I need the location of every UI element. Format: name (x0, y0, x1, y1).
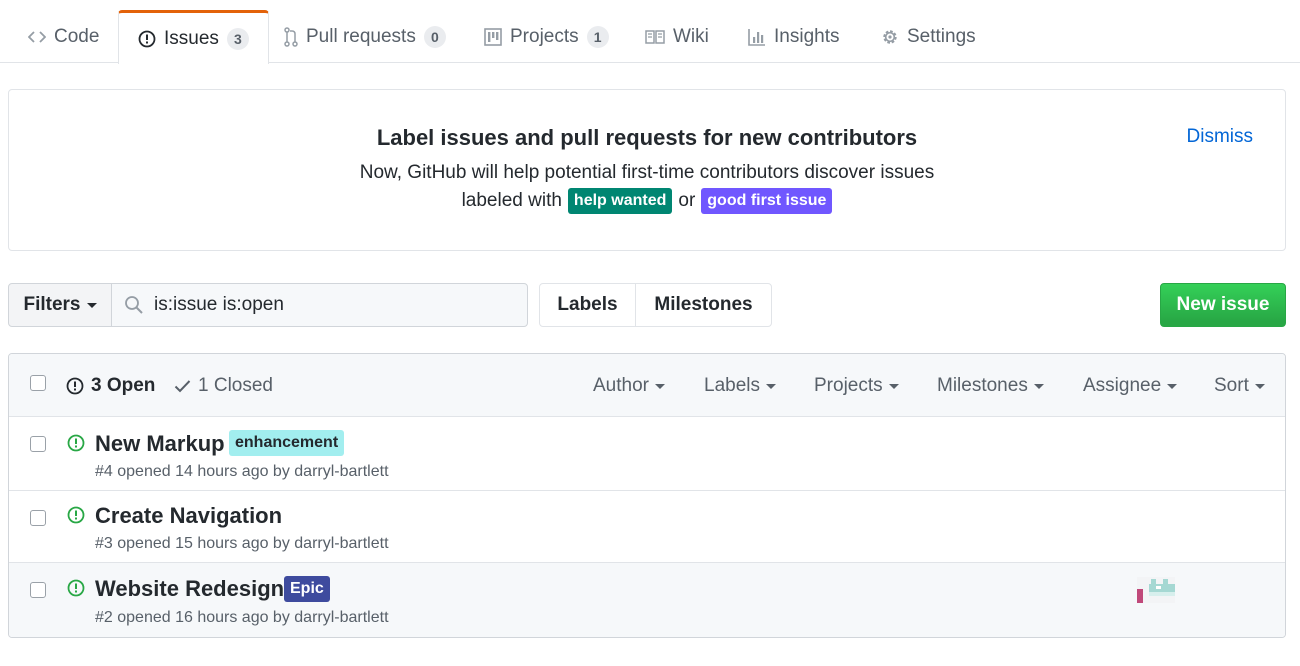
assignee-filter-menu[interactable]: Assignee (1083, 375, 1178, 397)
banner-description: Now, GitHub will help potential first-ti… (359, 162, 935, 183)
tab-label: Issues (164, 27, 219, 49)
tab-pull-requests[interactable]: Pull requests 0 (284, 10, 446, 63)
menu-label: Labels (704, 375, 760, 396)
help-wanted-label[interactable]: help wanted (567, 188, 673, 214)
issue-opened-icon (67, 434, 85, 452)
issue-row[interactable]: Create Navigation #3 opened 15 hours ago… (9, 491, 1285, 563)
search-icon (124, 295, 144, 315)
issue-label[interactable]: enhancement (229, 430, 345, 456)
issue-checkbox[interactable] (30, 510, 46, 526)
issue-row[interactable]: New Markup enhancement #4 opened 14 hour… (9, 417, 1285, 491)
issue-opened-icon (67, 579, 85, 597)
issue-title-link[interactable]: Website Redesign (95, 576, 284, 602)
issue-checkbox[interactable] (30, 436, 46, 452)
tab-code[interactable]: Code (28, 10, 99, 63)
menu-label: Milestones (937, 375, 1028, 396)
select-all-checkbox[interactable] (30, 375, 46, 391)
issue-meta: #2 opened 16 hours ago by darryl-bartlet… (95, 609, 389, 626)
assignee-avatar[interactable] (1137, 577, 1175, 603)
issue-opened-icon (66, 377, 84, 395)
book-icon (645, 29, 665, 45)
gear-icon (881, 28, 899, 46)
issue-opened-icon (138, 30, 156, 48)
banner-title: Label issues and pull requests for new c… (376, 125, 918, 150)
caret-down-icon (1033, 383, 1044, 389)
issue-meta: #4 opened 14 hours ago by darryl-bartlet… (95, 463, 389, 480)
new-contributors-banner: Label issues and pull requests for new c… (8, 89, 1286, 251)
projects-filter-menu[interactable]: Projects (814, 375, 899, 397)
issues-list-header: 3 Open 1 Closed Author Labels Projects M… (9, 354, 1285, 417)
pull-requests-count-badge: 0 (423, 25, 446, 48)
banner-connector: or (678, 190, 696, 211)
tab-projects[interactable]: Projects 1 (484, 10, 609, 63)
search-input[interactable] (154, 294, 514, 316)
milestones-filter-menu[interactable]: Milestones (937, 375, 1044, 397)
caret-down-icon (1254, 383, 1265, 389)
closed-count-label: 1 Closed (198, 375, 273, 396)
code-icon (28, 30, 46, 44)
milestones-button[interactable]: Milestones (636, 284, 771, 326)
tab-label: Settings (907, 25, 976, 47)
new-issue-button[interactable]: New issue (1160, 283, 1286, 327)
issue-row[interactable]: Website Redesign Epic #2 opened 16 hours… (9, 563, 1285, 637)
good-first-issue-label[interactable]: good first issue (701, 188, 833, 214)
caret-down-icon (1167, 383, 1178, 389)
caret-down-icon (86, 302, 97, 308)
project-icon (484, 27, 502, 46)
check-icon (174, 379, 191, 393)
issue-search[interactable] (111, 283, 528, 327)
labels-filter-menu[interactable]: Labels (704, 375, 776, 397)
tab-settings[interactable]: Settings (881, 10, 976, 63)
tab-label: Projects (510, 25, 579, 47)
issues-count-badge: 3 (226, 27, 249, 50)
open-count-label: 3 Open (91, 375, 156, 396)
tab-label: Code (54, 25, 100, 47)
issue-label[interactable]: Epic (284, 576, 330, 602)
dismiss-button[interactable]: Dismiss (1187, 126, 1254, 148)
issue-opened-icon (67, 506, 85, 524)
menu-label: Projects (814, 375, 883, 396)
caret-down-icon (888, 383, 899, 389)
menu-label: Author (593, 375, 649, 396)
tab-label: Wiki (673, 25, 709, 47)
issue-meta: #3 opened 15 hours ago by darryl-bartlet… (95, 535, 389, 552)
filters-button[interactable]: Filters (8, 283, 112, 327)
author-filter-menu[interactable]: Author (593, 375, 665, 397)
closed-issues-filter[interactable]: 1 Closed (174, 375, 273, 397)
issue-checkbox[interactable] (30, 582, 46, 598)
tab-label: Insights (774, 25, 840, 47)
issue-title-link[interactable]: New Markup (95, 431, 225, 457)
issue-title-link[interactable]: Create Navigation (95, 503, 282, 529)
open-issues-filter[interactable]: 3 Open (66, 375, 155, 397)
repo-nav: Code Issues 3 Pull requests 0 Projects 1… (0, 0, 1300, 64)
sort-menu[interactable]: Sort (1214, 375, 1265, 397)
caret-down-icon (766, 383, 776, 389)
tab-label: Pull requests (306, 25, 416, 47)
banner-labels-line: labeled with help wanted or good first i… (9, 188, 1285, 214)
caret-down-icon (654, 383, 665, 389)
filters-label: Filters (23, 294, 81, 315)
labels-milestones-group: Labels Milestones (539, 283, 772, 327)
labels-button[interactable]: Labels (540, 284, 636, 326)
projects-count-badge: 1 (586, 25, 609, 48)
graph-icon (748, 28, 766, 46)
menu-label: Sort (1214, 375, 1249, 396)
tab-issues[interactable]: Issues 3 (118, 10, 269, 64)
banner-line2-prefix: labeled with (461, 190, 562, 211)
tab-insights[interactable]: Insights (748, 10, 839, 63)
git-pull-request-icon (284, 26, 298, 47)
issues-list: 3 Open 1 Closed Author Labels Projects M… (8, 353, 1286, 638)
tab-wiki[interactable]: Wiki (645, 10, 709, 63)
menu-label: Assignee (1083, 375, 1162, 396)
